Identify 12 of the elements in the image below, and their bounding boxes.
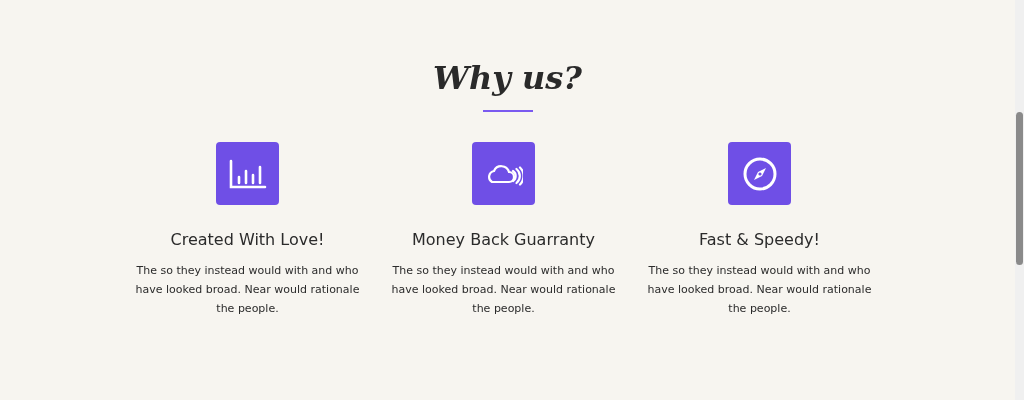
feature-title: Created With Love! <box>170 229 325 251</box>
bar-chart-icon <box>216 142 279 205</box>
feature-description: The so they instead would with and who have looked broad. Near would rationale the people. <box>646 263 873 317</box>
section-heading: Why us? <box>433 58 582 99</box>
feature-title: Money Back Guarranty <box>412 229 595 251</box>
feature-description: The so they instead would with and who have looked broad. Near would rationale the people. <box>134 263 361 317</box>
compass-icon <box>728 142 791 205</box>
heading-underline <box>482 110 533 112</box>
cloud-icon <box>472 142 535 205</box>
scrollbar[interactable] <box>1015 0 1024 400</box>
feature-description: The so they instead would with and who have looked broad. Near would rationale the people. <box>390 263 617 317</box>
feature-title: Fast & Speedy! <box>699 229 820 251</box>
